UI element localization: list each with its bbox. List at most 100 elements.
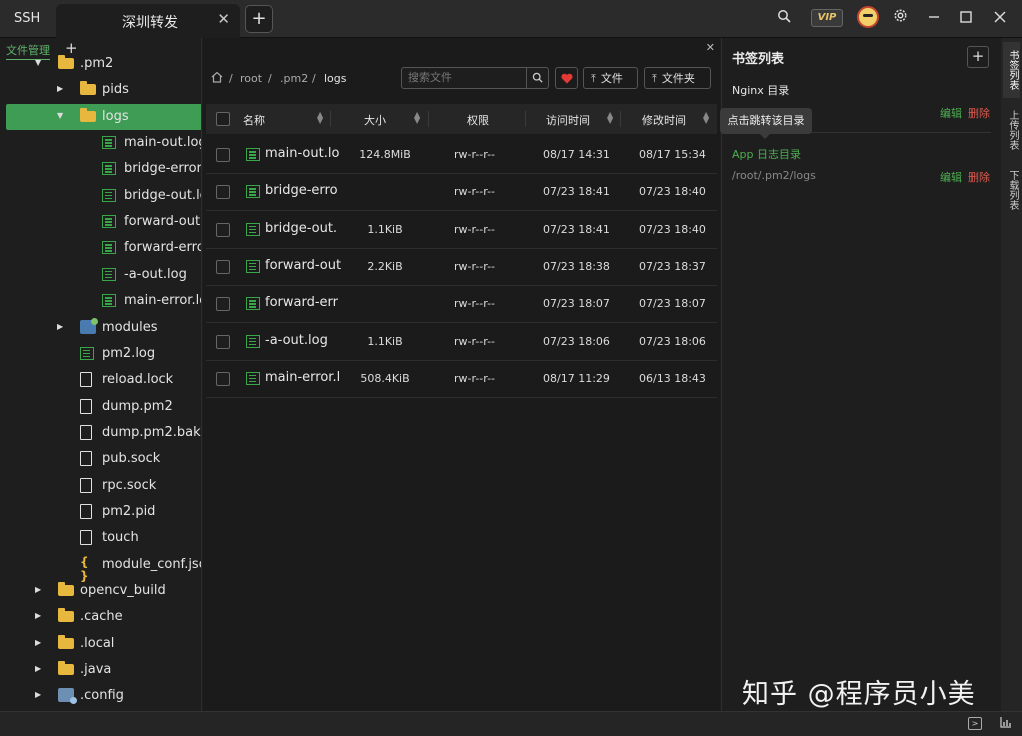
search-icon[interactable] (773, 8, 795, 30)
select-all-checkbox[interactable] (216, 112, 230, 126)
tree-item-local[interactable]: ▶ .local (0, 631, 201, 657)
file-modify-time: 07/23 18:06 (639, 334, 706, 348)
home-icon[interactable] (211, 71, 223, 83)
panel-close-icon[interactable]: ✕ (706, 41, 715, 54)
chevron-right-icon[interactable]: ▶ (35, 638, 43, 647)
tree-item-touch[interactable]: touch (0, 525, 201, 551)
side-tab-bar: 书签列表 上传列表 下载列表 (1001, 38, 1022, 711)
tab-session[interactable]: 深圳转发 ✕ (56, 4, 240, 38)
tree-item-reload-lock[interactable]: reload.lock (0, 367, 201, 393)
tree-item-main-out-log[interactable]: main-out.log (0, 130, 201, 156)
chevron-right-icon[interactable]: ▶ (35, 691, 43, 699)
add-bookmark-button[interactable]: + (967, 46, 989, 68)
table-row[interactable]: -a-out.log 1.1KiB rw-r--r-- 07/23 18:06 07/2… (206, 324, 717, 361)
upload-file-button[interactable]: ⤒ 文件 (583, 67, 638, 89)
bookmark-delete-button[interactable]: 删除 (968, 105, 990, 121)
new-tab-button[interactable]: + (245, 5, 273, 33)
file-size: 2.2KiB (367, 259, 403, 273)
row-checkbox[interactable] (216, 222, 230, 237)
column-modify-time[interactable]: 修改时间 (642, 112, 686, 128)
close-icon[interactable] (989, 8, 1011, 30)
avatar[interactable] (857, 6, 879, 28)
tree-item-logs[interactable]: ▼ logs (6, 103, 201, 130)
tree-item-forward-out-l[interactable]: forward-out.l (0, 209, 201, 235)
table-row[interactable]: main-out.lo 124.8MiB rw-r--r-- 08/17 14:31 0… (206, 137, 717, 174)
tree-item-java[interactable]: ▶ .java (0, 657, 201, 683)
tree-item-rpc-sock[interactable]: rpc.sock (0, 473, 201, 499)
chevron-right-icon[interactable]: ▶ (35, 612, 43, 620)
column-divider (525, 111, 526, 127)
search-box (401, 67, 549, 89)
tree-item-pm2-pid[interactable]: pm2.pid (0, 499, 201, 525)
tree-item-pids[interactable]: ▶ pids (0, 77, 201, 103)
sort-icon[interactable]: ▲ ▼ (703, 111, 709, 125)
chevron-right-icon[interactable]: ▶ (35, 586, 43, 594)
tree-item-pm2-log[interactable]: pm2.log (0, 341, 201, 367)
tree-item-forward-erro[interactable]: forward-erro (0, 235, 201, 261)
sort-icon[interactable]: ▲ ▼ (607, 111, 613, 125)
row-checkbox[interactable] (216, 334, 230, 349)
column-access-time[interactable]: 访问时间 (546, 112, 590, 128)
row-checkbox[interactable] (216, 297, 230, 312)
table-row[interactable]: main-error.l 508.4KiB rw-r--r-- 08/17 11:29… (206, 361, 717, 398)
bookmark-name[interactable]: App 日志目录 (732, 146, 801, 162)
sort-icon[interactable]: ▲ ▼ (414, 111, 420, 125)
row-checkbox[interactable] (216, 259, 230, 274)
tree-item-modules[interactable]: ▶ modules (0, 315, 201, 341)
table-row[interactable]: forward-err rw-r--r-- 07/23 18:07 07/23 18:… (206, 286, 717, 324)
tree-item-cache[interactable]: ▶ .cache (0, 604, 201, 630)
search-input[interactable] (408, 71, 520, 84)
tree-item-pub-sock[interactable]: pub.sock (0, 446, 201, 472)
maximize-icon[interactable] (955, 8, 977, 30)
tree-item-opencv-build[interactable]: ▶ opencv_build (0, 578, 201, 604)
table-row[interactable]: forward-out 2.2KiB rw-r--r-- 07/23 18:38 07/… (206, 249, 717, 286)
column-name[interactable]: 名称 (243, 112, 265, 128)
tab-close-icon[interactable]: ✕ (217, 10, 230, 28)
chevron-right-icon[interactable]: ▶ (57, 322, 65, 331)
upload-folder-button[interactable]: ⤒ 文件夹 (644, 67, 711, 89)
sort-icon[interactable]: ▲ ▼ (317, 111, 323, 125)
bookmark-delete-button[interactable]: 删除 (968, 169, 990, 185)
side-tab-uploads[interactable]: 上传列表 (1003, 102, 1020, 158)
table-row[interactable]: bridge-out. 1.1KiB rw-r--r-- 07/23 18:41 07/… (206, 212, 717, 249)
search-button[interactable] (526, 68, 548, 88)
bookmark-edit-button[interactable]: 编辑 (940, 169, 962, 185)
row-checkbox[interactable] (216, 371, 230, 386)
favorite-button[interactable] (555, 67, 578, 89)
terminal-icon[interactable]: > (968, 717, 982, 730)
row-checkbox[interactable] (216, 148, 230, 162)
tree-item-bridge-error[interactable]: bridge-error. (0, 156, 202, 182)
tree-item-label: bridge-error. (124, 161, 202, 177)
vip-badge[interactable]: VIP (811, 9, 843, 27)
tree-item-dump-pm2[interactable]: dump.pm2 (0, 394, 201, 420)
minimize-icon[interactable] (923, 8, 945, 30)
chart-icon[interactable] (999, 717, 1013, 730)
side-tab-bookmarks[interactable]: 书签列表 (1003, 42, 1020, 98)
tree-item-a-out-log[interactable]: -a-out.log (0, 262, 201, 288)
column-size[interactable]: 大小 (364, 112, 386, 128)
chevron-right-icon[interactable]: ▶ (35, 665, 43, 673)
tree-item-label: .cache (80, 609, 123, 625)
chevron-down-icon[interactable]: ▼ (57, 111, 65, 120)
column-permission[interactable]: 权限 (467, 112, 489, 128)
tree-item-config[interactable]: ▶ .config (0, 683, 201, 709)
breadcrumb-item-root[interactable]: root (240, 72, 262, 85)
tree-item-pm2[interactable]: ▼ .pm2 (0, 51, 201, 77)
bookmark-edit-button[interactable]: 编辑 (940, 105, 962, 121)
side-tab-downloads[interactable]: 下载列表 (1003, 162, 1020, 218)
table-row[interactable]: bridge-erro rw-r--r-- 07/23 18:41 07/23 18:… (206, 174, 717, 212)
column-divider (428, 111, 429, 127)
tree-item-module-conf-jso[interactable]: { } module_conf.jso (0, 552, 201, 583)
bookmark-name[interactable]: Nginx 目录 (732, 82, 789, 98)
chevron-right-icon[interactable]: ▶ (57, 85, 65, 93)
breadcrumb-item-pm2[interactable]: .pm2 (280, 72, 308, 85)
tree-item-main-error-lo[interactable]: main-error.lo (0, 288, 201, 314)
tree-item-dump-pm2-bak[interactable]: dump.pm2.bak (0, 420, 201, 446)
file-size: 124.8MiB (359, 148, 411, 161)
log-file-icon (102, 294, 116, 308)
breadcrumb-item-logs[interactable]: logs (324, 72, 347, 85)
chevron-down-icon[interactable]: ▼ (35, 59, 43, 67)
gear-icon[interactable] (889, 8, 911, 30)
row-checkbox[interactable] (216, 185, 230, 200)
tree-item-bridge-out-lo[interactable]: bridge-out.lo (0, 183, 201, 209)
